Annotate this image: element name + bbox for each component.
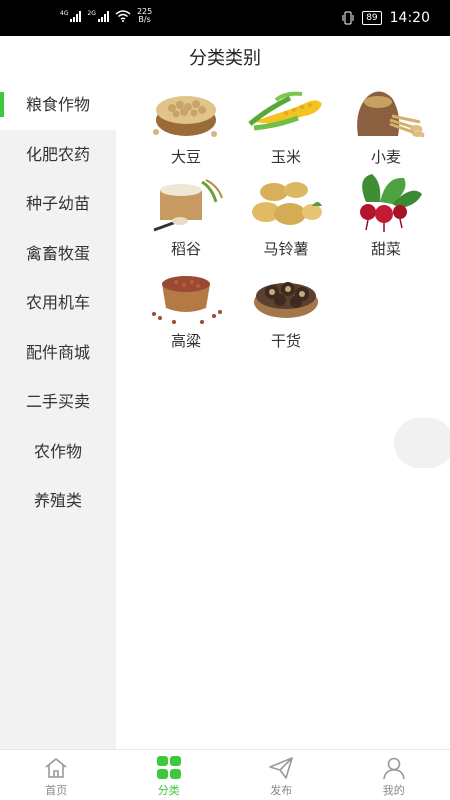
grid-item-beet[interactable]: 甜菜 [336,172,436,260]
subcategory-grid: 大豆 玉米 小麦 稻谷 马铃薯 甜菜 高粱 干货 [136,80,436,352]
grid-item-label: 干货 [270,332,301,350]
home-icon [45,757,67,778]
floating-ball[interactable] [394,418,450,468]
tab-mine-label: 我的 [382,784,405,797]
grid-item-wheat[interactable]: 小麦 [336,80,436,168]
potato-icon [252,182,322,225]
grid-item-soybean[interactable]: 大豆 [136,80,236,168]
tab-home[interactable]: 首页 [0,750,113,800]
sidebar-item-seeds[interactable]: 种子幼苗 [0,179,116,229]
grid-item-label: 小麦 [370,148,401,166]
grid-item-label: 高粱 [170,332,201,350]
rice-icon [153,179,223,232]
tab-category[interactable]: 分类 [113,750,226,800]
sidebar-item-livestock[interactable]: 禽畜牧蛋 [0,229,116,279]
grid-item-label: 玉米 [270,148,301,166]
category-sidebar: 粮食作物 化肥农药 种子幼苗 禽畜牧蛋 农用机车 配件商城 二手买卖 农作物 养… [0,80,116,750]
category-icon [156,756,181,779]
beet-icon [360,174,422,232]
grid-item-sorghum[interactable]: 高粱 [136,264,236,352]
tab-mine[interactable]: 我的 [338,750,450,800]
tab-category-label: 分类 [157,784,180,797]
grid-item-potato[interactable]: 马铃薯 [236,172,336,260]
clock: 14:20 [389,10,430,26]
sidebar-item-parts[interactable]: 配件商城 [0,328,116,378]
wifi-icon [115,10,131,22]
status-left: 4G 2G 225 B/s [60,8,152,24]
battery-icon: 89 [362,11,382,25]
network-speed: 225 B/s [136,7,153,24]
grid-item-label: 马铃薯 [263,240,309,258]
tab-publish-label: 发布 [270,784,293,797]
grid-item-dried-goods[interactable]: 干货 [236,264,336,352]
sorghum-icon [152,276,222,324]
wheat-icon [357,91,425,138]
dried-mushroom-icon [254,282,318,318]
vibrate-icon [342,11,354,25]
grid-item-label: 稻谷 [170,240,201,258]
soybean-icon [153,96,217,137]
grid-item-label: 大豆 [170,148,201,166]
tab-publish[interactable]: 发布 [225,750,338,800]
user-icon [382,757,405,780]
status-right: 89 14:20 [342,10,430,26]
sidebar-item-grain[interactable]: 粮食作物 [0,80,116,130]
bottom-tab-bar: 首页 分类 发布 我的 [0,749,450,800]
status-bar: 4G 2G 225 B/s 89 14:20 [0,0,450,36]
sidebar-item-breeding[interactable]: 养殖类 [0,476,116,526]
send-icon [269,757,294,779]
signal-icon-1: 4G [60,10,82,22]
sidebar-item-machinery[interactable]: 农用机车 [0,278,116,328]
corn-icon [248,91,322,131]
sidebar-item-fertilizer[interactable]: 化肥农药 [0,130,116,180]
grid-item-label: 甜菜 [370,240,401,258]
grid-item-corn[interactable]: 玉米 [236,80,336,168]
tab-home-label: 首页 [45,784,68,797]
sidebar-item-crops[interactable]: 农作物 [0,427,116,477]
page-title: 分类类别 [189,48,261,69]
signal-icon-2: 2G [87,10,109,22]
sidebar-item-secondhand[interactable]: 二手买卖 [0,377,116,427]
grid-item-rice[interactable]: 稻谷 [136,172,236,260]
